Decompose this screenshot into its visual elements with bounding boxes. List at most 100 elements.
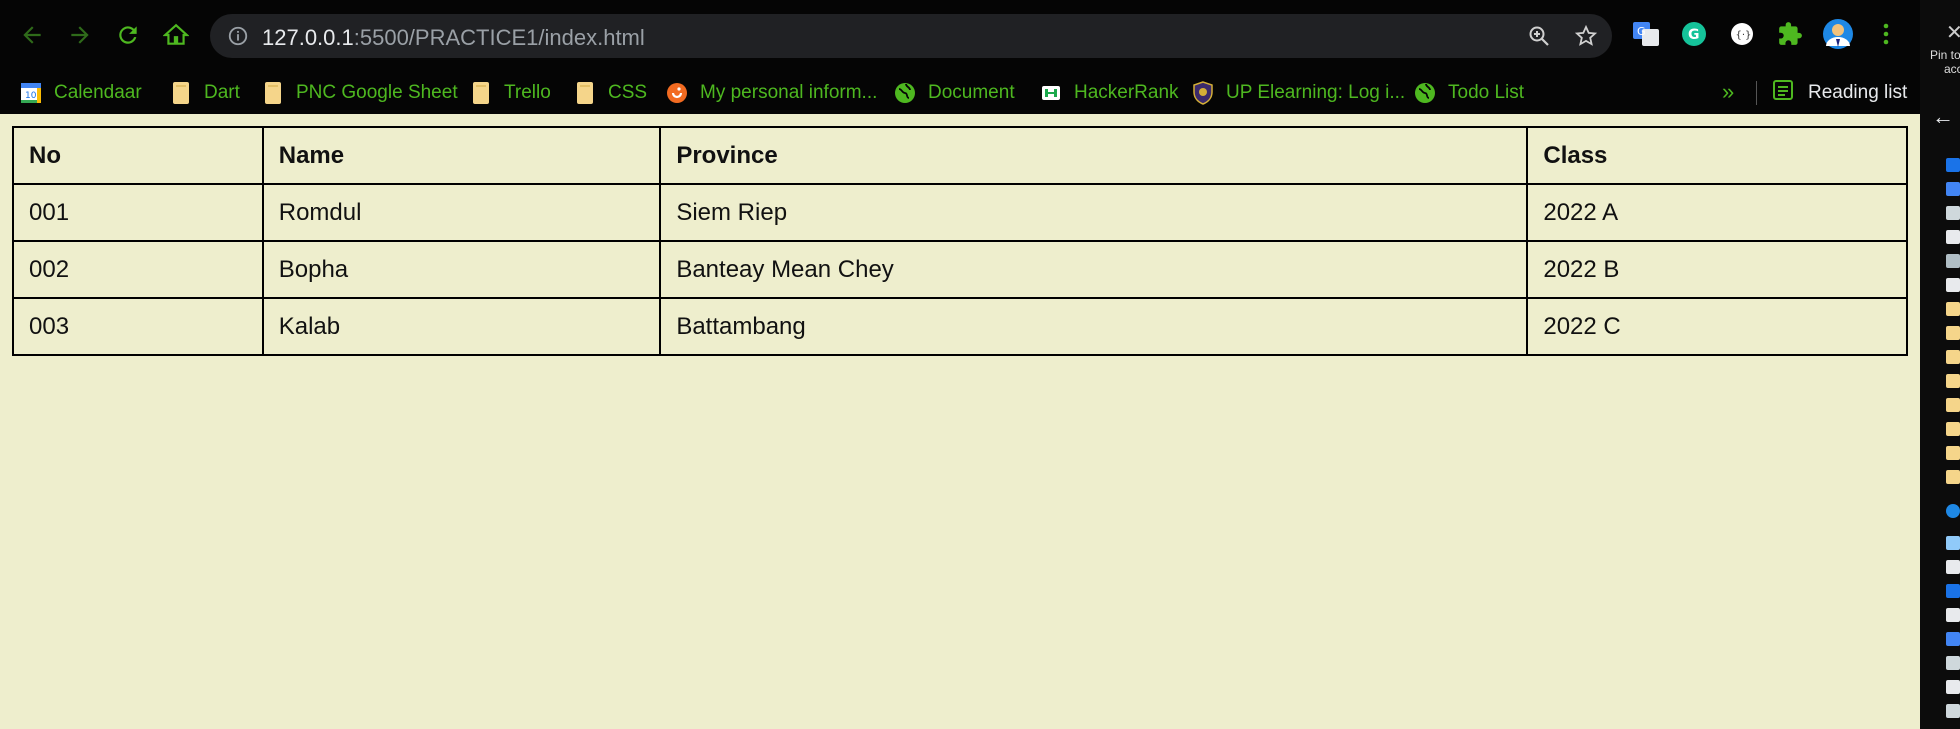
side-item-icon[interactable] <box>1946 326 1960 340</box>
side-item-icon[interactable] <box>1946 584 1960 598</box>
table-row: 002 Bopha Banteay Mean Chey 2022 B <box>12 240 1908 299</box>
bookmark-label: Dart <box>204 82 240 103</box>
bookmark-dart[interactable]: Dart <box>170 72 240 114</box>
bookmark-label: Trello <box>504 82 551 103</box>
svg-text:G: G <box>1688 27 1700 43</box>
bookmark-my-personal-info[interactable]: My personal inform... <box>666 72 877 114</box>
table-header-row: No Name Province Class <box>12 126 1908 185</box>
side-item-icon[interactable] <box>1946 470 1960 484</box>
folder-icon <box>574 82 596 104</box>
side-item-icon[interactable] <box>1946 446 1960 460</box>
bookmark-css[interactable]: CSS <box>574 72 647 114</box>
side-item-icon[interactable] <box>1946 632 1960 646</box>
bookmark-todo-list[interactable]: Todo List <box>1414 72 1524 114</box>
url-text[interactable]: 127.0.0.1:5500/PRACTICE1/index.html <box>262 25 645 51</box>
cell-province: Banteay Mean Chey <box>659 240 1529 299</box>
pin-text-line-2: acc <box>1944 62 1960 76</box>
side-item-icon[interactable] <box>1946 158 1960 172</box>
column-header-class: Class <box>1526 126 1908 185</box>
side-panel: ✕ Pin to acc ← <box>1920 0 1960 729</box>
side-item-icon[interactable] <box>1946 302 1960 316</box>
side-back-arrow-icon[interactable]: ← <box>1932 104 1954 130</box>
bookmark-document[interactable]: Document <box>894 72 1015 114</box>
side-item-icon[interactable] <box>1946 278 1960 292</box>
bookmark-label: Todo List <box>1448 82 1525 103</box>
side-item-icon[interactable] <box>1946 230 1960 244</box>
folder-icon <box>470 82 492 104</box>
page-content: No Name Province Class 001 Romdul Siem R… <box>0 114 1920 729</box>
svg-text:G: G <box>1637 25 1646 38</box>
reload-button[interactable] <box>110 17 146 53</box>
reload-icon <box>119 26 137 44</box>
reading-list-icon <box>1772 79 1794 107</box>
side-item-icon[interactable] <box>1946 608 1960 622</box>
extensions-puzzle-icon[interactable] <box>1774 18 1806 50</box>
side-item-icon[interactable] <box>1946 398 1960 412</box>
site-icon <box>666 82 688 104</box>
side-item-icon[interactable] <box>1946 704 1960 718</box>
extension-circle-icon[interactable]: {·} <box>1726 18 1758 50</box>
url-path: :5500/PRACTICE1/index.html <box>353 25 645 50</box>
bookmark-hackerrank[interactable]: HackerRank <box>1040 72 1179 114</box>
bookmark-label: UP Elearning: Log i... <box>1226 82 1406 103</box>
profile-avatar[interactable] <box>1822 18 1854 50</box>
arrow-right-icon <box>71 26 89 44</box>
side-panel-pin-text: Pin to acc <box>1930 48 1960 76</box>
side-item-icon[interactable] <box>1946 254 1960 268</box>
url-host: 127.0.0.1 <box>262 25 354 50</box>
folder-icon <box>170 82 192 104</box>
bookmark-label: Document <box>928 82 1015 103</box>
zoom-icon[interactable] <box>1525 22 1553 50</box>
side-item-icon[interactable] <box>1946 422 1960 436</box>
bookmark-label: Calendaar <box>54 82 142 103</box>
side-item-icon[interactable] <box>1946 680 1960 694</box>
cell-no: 001 <box>12 183 264 242</box>
cell-name: Romdul <box>261 183 662 242</box>
column-header-no: No <box>12 126 264 185</box>
reading-list-label: Reading list <box>1808 82 1908 103</box>
side-item-icon[interactable] <box>1946 182 1960 196</box>
side-item-icon[interactable] <box>1946 374 1960 388</box>
bookmark-pnc-google-sheet[interactable]: PNC Google Sheet <box>262 72 458 114</box>
calendar-icon: 10 <box>20 82 42 104</box>
shield-icon <box>1192 81 1214 105</box>
side-item-icon[interactable] <box>1946 536 1960 550</box>
reading-list-button[interactable]: Reading list <box>1772 72 1907 114</box>
globe-icon <box>894 82 916 104</box>
cell-class: 2022 C <box>1526 297 1908 356</box>
svg-text:10: 10 <box>25 91 37 101</box>
side-item-icon[interactable] <box>1946 656 1960 670</box>
info-icon[interactable] <box>224 22 252 50</box>
forward-button[interactable] <box>62 17 98 53</box>
close-icon[interactable]: ✕ <box>1946 20 1960 45</box>
bookmark-label: My personal inform... <box>700 82 878 103</box>
column-header-province: Province <box>659 126 1529 185</box>
cell-province: Siem Riep <box>659 183 1529 242</box>
side-item-icon[interactable] <box>1946 504 1960 518</box>
bookmark-calendaar[interactable]: 10 Calendaar <box>20 72 142 114</box>
bookmarks-overflow-button[interactable]: » <box>1722 79 1734 105</box>
side-item-icon[interactable] <box>1946 206 1960 220</box>
bookmark-trello[interactable]: Trello <box>470 72 551 114</box>
menu-kebab-icon[interactable] <box>1870 18 1902 50</box>
svg-text:{·}: {·} <box>1736 30 1752 41</box>
hackerrank-icon <box>1040 82 1062 104</box>
home-button[interactable] <box>158 17 194 53</box>
bookmark-up-elearning[interactable]: UP Elearning: Log i... <box>1192 72 1405 114</box>
students-table: No Name Province Class 001 Romdul Siem R… <box>12 126 1908 356</box>
bookmark-label: CSS <box>608 82 648 103</box>
table-row: 003 Kalab Battambang 2022 C <box>12 297 1908 356</box>
browser-toolbar: 127.0.0.1:5500/PRACTICE1/index.html G G … <box>0 0 1920 72</box>
side-item-icon[interactable] <box>1946 560 1960 574</box>
cell-class: 2022 A <box>1526 183 1908 242</box>
cell-province: Battambang <box>659 297 1529 356</box>
grammarly-icon[interactable]: G <box>1678 18 1710 50</box>
cell-name: Bopha <box>261 240 662 299</box>
bookmark-star-icon[interactable] <box>1572 22 1600 50</box>
back-button[interactable] <box>14 17 50 53</box>
arrow-left-icon <box>23 26 41 44</box>
side-item-icon[interactable] <box>1946 350 1960 364</box>
cell-no: 002 <box>12 240 264 299</box>
address-bar[interactable]: 127.0.0.1:5500/PRACTICE1/index.html <box>210 14 1612 58</box>
google-translate-icon[interactable]: G <box>1630 18 1662 50</box>
